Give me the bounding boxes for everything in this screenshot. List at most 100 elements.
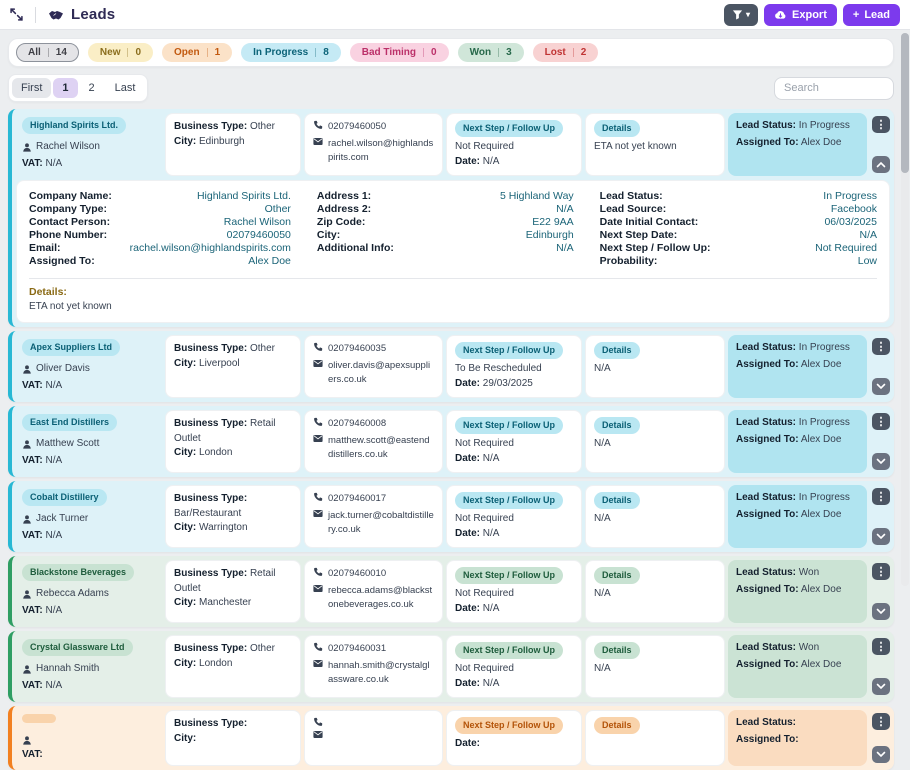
chevron-down-icon [876,383,886,390]
mail-icon [313,434,323,443]
mail-icon [313,730,323,739]
row-menu-button[interactable]: ⋮ [872,638,890,655]
tab-count: 1 [215,47,221,58]
status-cell: Lead Status: Won Assigned To: Alex Doe [728,560,867,623]
expanded-field-label: Next Step Date: [600,229,678,242]
email-address[interactable]: matthew.scott@eastenddistillers.co.uk [328,434,434,462]
search-input[interactable] [774,77,894,100]
expanded-field-value: N/A [859,229,877,242]
phone-icon [313,567,323,577]
company-cell: Highland Spirits Ltd. Rachel Wilson VAT:… [16,113,162,176]
kebab-icon: ⋮ [876,340,887,353]
page-button-last[interactable]: Last [106,78,145,98]
business-cell: Business Type: Retail Outlet City: Manch… [165,560,301,623]
chevron-down-icon [876,608,886,615]
phone-number[interactable]: 02079460050 [328,120,386,134]
page-title: Leads [71,6,115,23]
pagination: First12Last [8,74,148,102]
business-type-value: Other [250,643,275,654]
company-badge: Crystal Glassware Ltd [22,639,133,656]
contact-name: Rachel Wilson [36,140,100,155]
phone-number[interactable]: 02079460031 [328,642,386,656]
row-expand-button[interactable] [872,746,890,763]
next-step-badge: Next Step / Follow Up [455,492,563,509]
lead-status-label: Lead Status: [736,492,796,503]
expanded-field-value: Other [265,203,291,216]
expanded-field-label: Company Type: [29,203,107,216]
chevron-down-icon [876,533,886,540]
row-expand-button[interactable] [872,678,890,695]
tab-open[interactable]: Open 1 [162,43,232,62]
email-address[interactable]: rachel.wilson@highlandspirits.com [328,137,434,165]
company-cell: Apex Suppliers Ltd Oliver Davis VAT: N/A [16,335,162,398]
expanded-field: Next Step Date: N/A [600,229,877,242]
page-button-1[interactable]: 1 [53,78,77,98]
expanded-field: Company Name:Highland Spirits Ltd. [29,190,291,203]
phone-number[interactable]: 02079460017 [328,492,386,506]
phone-number[interactable]: 02079460008 [328,417,386,431]
vat-label: VAT: [22,680,43,691]
tab-count: 14 [56,47,67,58]
tab-badtiming[interactable]: Bad Timing 0 [350,43,449,62]
chevron-down-icon [876,458,886,465]
tab-count: 8 [323,47,329,58]
row-menu-button[interactable]: ⋮ [872,488,890,505]
assigned-to-label: Assigned To: [736,359,799,370]
filter-button[interactable]: ▾ [724,4,758,26]
export-button[interactable]: Export [764,4,837,26]
details-cell: Details N/A [585,335,725,398]
phone-number[interactable]: 02079460035 [328,342,386,356]
next-step-value: Not Required [455,587,573,602]
email-address[interactable]: hannah.smith@crystalglassware.co.uk [328,659,434,687]
row-menu-button[interactable]: ⋮ [872,563,890,580]
pill-divider [207,48,208,57]
tab-all[interactable]: All 14 [16,43,79,62]
business-type-label: Business Type: [174,343,247,354]
expanded-field-label: Assigned To: [29,255,95,268]
tab-won[interactable]: Won 3 [458,43,524,62]
lead-status-value: In Progress [799,492,850,503]
row-expand-button[interactable] [872,528,890,545]
tab-lost[interactable]: Lost 2 [533,43,599,62]
assigned-to-label: Assigned To: [736,734,799,745]
kebab-icon: ⋮ [876,640,887,653]
add-lead-button[interactable]: + Lead [843,4,900,26]
email-address[interactable]: oliver.davis@apexsuppliers.co.uk [328,359,434,387]
phone-icon [313,417,323,427]
expanded-field-label: Address 2: [317,203,371,216]
city-value: London [199,447,232,458]
phone-number[interactable]: 02079460010 [328,567,386,581]
row-menu-button[interactable]: ⋮ [872,338,890,355]
tab-new[interactable]: New 0 [88,43,153,62]
page-button-first[interactable]: First [12,78,51,98]
row-expand-button[interactable] [872,378,890,395]
row-expand-button[interactable] [872,603,890,620]
row-expand-button[interactable] [872,453,890,470]
email-address[interactable]: jack.turner@cobaltdistillery.co.uk [328,509,434,537]
row-menu-button[interactable]: ⋮ [872,116,890,133]
page-button-2[interactable]: 2 [80,78,104,98]
scrollbar-thumb[interactable] [901,33,909,173]
email-address[interactable]: rebecca.adams@blackstonebeverages.co.uk [328,584,434,612]
row-actions: ⋮ [870,635,892,698]
expanded-field-value: In Progress [823,190,877,203]
company-badge: Cobalt Distillery [22,489,107,506]
row-menu-button[interactable]: ⋮ [872,413,890,430]
row-menu-button[interactable]: ⋮ [872,713,890,730]
row-expand-button[interactable] [872,156,890,173]
row-actions: ⋮ [870,410,892,473]
scrollbar[interactable] [901,33,909,586]
assigned-to-value: Alex Doe [801,659,842,670]
expanded-field: Probability:Low [600,255,877,268]
tab-inprogress[interactable]: In Progress 8 [241,43,341,62]
vat-value: N/A [46,530,63,541]
expanded-details-label: Details: [29,286,877,298]
row-actions: ⋮ [870,710,892,766]
contact-name: Rebecca Adams [36,587,109,602]
contact-cell: 02079460031 hannah.smith@crystalglasswar… [304,635,443,698]
person-icon [22,364,32,375]
expand-icon[interactable] [10,8,23,21]
tab-label: In Progress [253,47,308,58]
add-lead-label: Lead [864,9,890,21]
assigned-to-label: Assigned To: [736,584,799,595]
